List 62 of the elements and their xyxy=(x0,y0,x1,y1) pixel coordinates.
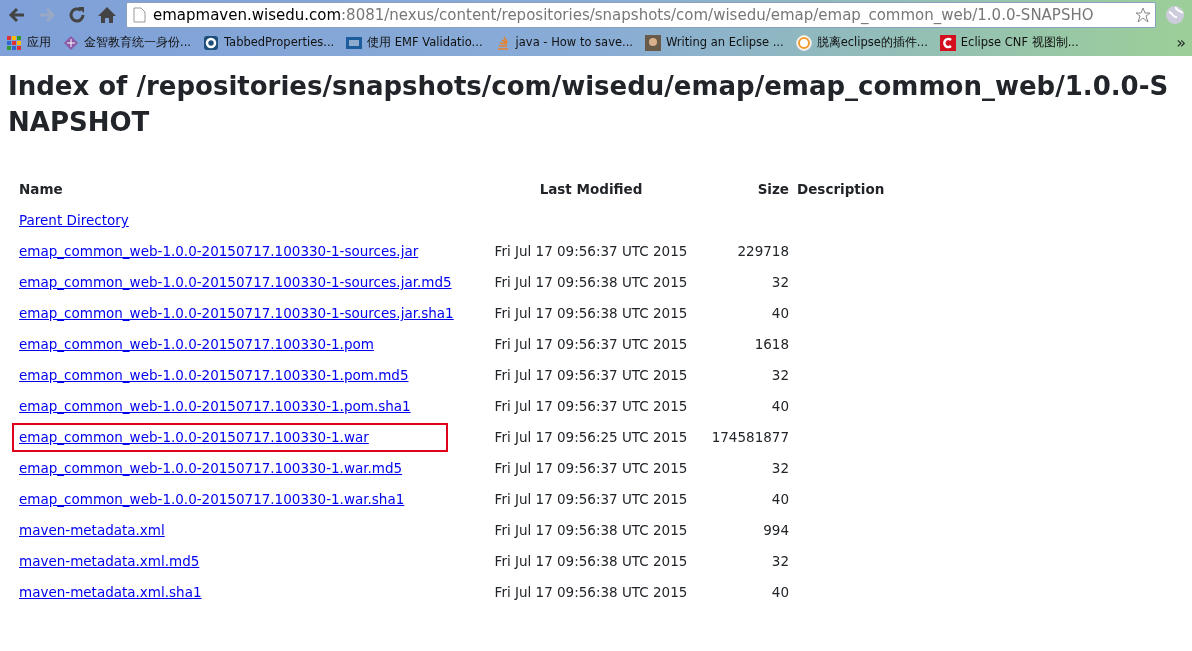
bookmark[interactable]: Eclipse CNF 视图制... xyxy=(960,34,1079,52)
date-text: Fri Jul 17 09:56:38 UTC 2015 xyxy=(494,522,688,539)
file-link[interactable]: emap_common_web-1.0.0-20150717.100330-1.pom.sha1 xyxy=(19,398,411,415)
bookmark[interactable]: java - How to save... xyxy=(515,34,633,52)
size-text: 32 xyxy=(771,553,789,570)
bookmark[interactable]: 使用 EMF Validatio... xyxy=(367,34,483,52)
size-text: 40 xyxy=(771,584,789,601)
file-link[interactable]: emap_common_web-1.0.0-20150717.100330-1-sources.jar.md5 xyxy=(19,274,452,291)
date-text: Fri Jul 17 09:56:37 UTC 2015 xyxy=(494,398,688,415)
file-link[interactable]: maven-metadata.xml.md5 xyxy=(19,553,200,570)
size-text: 174581877 xyxy=(711,429,789,446)
address-bar[interactable]: emapmaven.wisedu.com:8081/nexus/content/repositories/snapshots/com/wisedu/emap/emap_common_web/1.0.0-SNAPSHO xyxy=(126,2,1156,28)
file-link[interactable]: emap_common_web-1.0.0-20150717.100330-1.war xyxy=(19,429,369,446)
column-header: Name xyxy=(19,181,63,198)
diamond-icon xyxy=(63,35,79,51)
date-text: Fri Jul 17 09:56:38 UTC 2015 xyxy=(494,553,688,570)
file-link[interactable]: emap_common_web-1.0.0-20150717.100330-1-sources.jar xyxy=(19,243,419,260)
apps-icon xyxy=(6,35,22,51)
bookmark[interactable]: 金智教育统一身份... xyxy=(84,34,191,52)
size-text: 994 xyxy=(763,522,789,539)
file-link[interactable]: maven-metadata.xml.sha1 xyxy=(19,584,202,601)
date-text: Fri Jul 17 09:56:37 UTC 2015 xyxy=(494,491,688,508)
date-text: Fri Jul 17 09:56:38 UTC 2015 xyxy=(494,584,688,601)
size-text: 32 xyxy=(771,274,789,291)
size-text: 229718 xyxy=(737,243,789,260)
page-icon xyxy=(131,7,147,23)
file-link[interactable]: emap_common_web-1.0.0-20150717.100330-1.pom xyxy=(19,336,374,353)
column-header: Description xyxy=(797,181,885,198)
page-heading: Index of /repositories/snapshots/com/wisedu/emap/emap_common_web/1.0.0-SNAPSHOT xyxy=(8,70,1170,139)
star-icon[interactable] xyxy=(1135,7,1151,23)
size-text: 32 xyxy=(771,460,789,477)
file-link[interactable]: emap_common_web-1.0.0-20150717.100330-1.war.md5 xyxy=(19,460,403,477)
size-text: 40 xyxy=(771,305,789,322)
date-text: Fri Jul 17 09:56:25 UTC 2015 xyxy=(494,429,688,446)
date-text: Fri Jul 17 09:56:38 UTC 2015 xyxy=(494,274,688,291)
bookmark[interactable]: 应用 xyxy=(27,34,51,52)
home-icon[interactable] xyxy=(96,4,118,26)
date-text: Fri Jul 17 09:56:37 UTC 2015 xyxy=(494,336,688,353)
size-text: 40 xyxy=(771,398,789,415)
file-link[interactable]: maven-metadata.xml xyxy=(19,522,165,539)
logo-icon xyxy=(939,35,956,51)
date-text: Fri Jul 17 09:56:37 UTC 2015 xyxy=(494,243,688,260)
size-text: 32 xyxy=(771,367,789,384)
file-link[interactable]: emap_common_web-1.0.0-20150717.100330-1-sources.jar.sha1 xyxy=(19,305,454,322)
file-link[interactable]: emap_common_web-1.0.0-20150717.100330-1.war.sha1 xyxy=(19,491,405,508)
ring-icon xyxy=(202,35,219,51)
size-text: 1618 xyxy=(754,336,789,353)
ring-icon xyxy=(795,35,812,51)
column-header: Size xyxy=(757,181,789,198)
square-icon xyxy=(346,35,363,51)
size-text: 40 xyxy=(771,491,789,508)
column-header: Last Modified xyxy=(539,181,643,198)
bookmark[interactable]: Writing an Eclipse ... xyxy=(666,34,784,52)
bookmark[interactable]: 脱离eclipse的插件... xyxy=(816,34,928,52)
date-text: Fri Jul 17 09:56:37 UTC 2015 xyxy=(494,460,688,477)
date-text: Fri Jul 17 09:56:37 UTC 2015 xyxy=(494,367,688,384)
photo-icon xyxy=(645,35,661,51)
file-link[interactable]: Parent Directory xyxy=(19,212,129,229)
bookmark[interactable]: TabbedProperties... xyxy=(223,34,335,52)
file-link[interactable]: emap_common_web-1.0.0-20150717.100330-1.pom.md5 xyxy=(19,367,409,384)
date-text: Fri Jul 17 09:56:38 UTC 2015 xyxy=(494,305,688,322)
more-bookmarks-button[interactable]: » xyxy=(1176,31,1186,55)
